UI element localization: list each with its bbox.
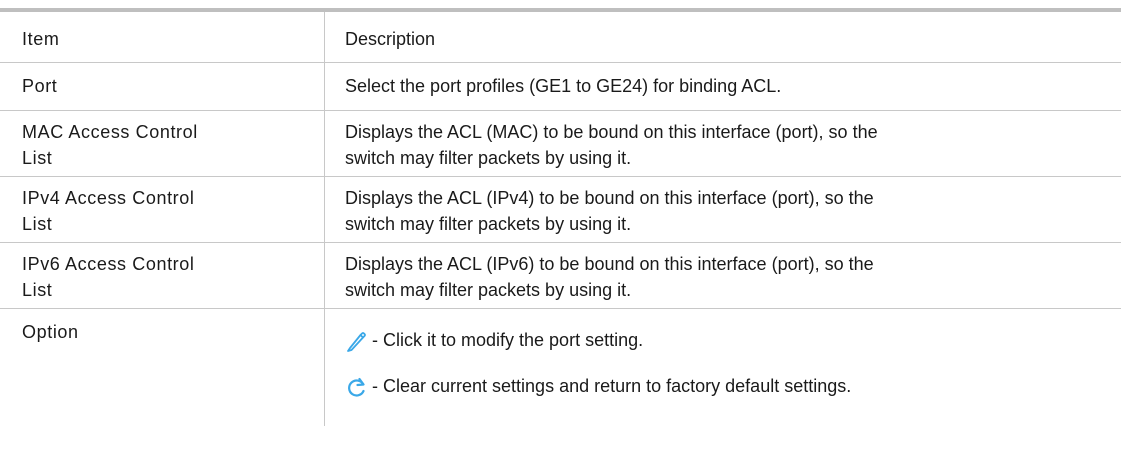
description-line: Displays the ACL (IPv6) to be bound on t… <box>345 254 874 274</box>
option-entry-edit-text: - Click it to modify the port setting. <box>367 330 644 350</box>
item-line: IPv4 Access Control <box>22 188 195 208</box>
row-description-ipv4-acl: Displays the ACL (IPv4) to be bound on t… <box>345 177 1121 237</box>
table-row: IPv6 Access Control List Displays the AC… <box>0 242 1121 309</box>
row-description-ipv6-acl: Displays the ACL (IPv6) to be bound on t… <box>345 243 1121 303</box>
item-line: List <box>22 280 53 300</box>
item-line: List <box>22 148 53 168</box>
row-item-mac-acl: MAC Access Control List <box>22 111 324 171</box>
description-table: Item Description Port Select the port pr… <box>0 12 1121 426</box>
item-line: List <box>22 214 53 234</box>
header-description: Description <box>345 29 436 49</box>
row-item-port: Port <box>22 76 58 96</box>
option-entry-edit: - Click it to modify the port setting. <box>345 327 1121 353</box>
header-item: Item <box>22 29 60 49</box>
table-row: IPv4 Access Control List Displays the AC… <box>0 176 1121 243</box>
table-row: MAC Access Control List Displays the ACL… <box>0 110 1121 177</box>
description-line: switch may filter packets by using it. <box>345 214 632 234</box>
row-item-ipv4-acl: IPv4 Access Control List <box>22 177 324 237</box>
pencil-edit-icon[interactable] <box>345 329 367 353</box>
description-line: switch may filter packets by using it. <box>345 148 632 168</box>
row-description-port: Select the port profiles (GE1 to GE24) f… <box>345 76 782 96</box>
item-line: IPv6 Access Control <box>22 254 195 274</box>
option-entry-reset: - Clear current settings and return to f… <box>345 373 1121 399</box>
description-line: Displays the ACL (IPv4) to be bound on t… <box>345 188 874 208</box>
table-header-row: Item Description <box>0 12 1121 63</box>
description-line: switch may filter packets by using it. <box>345 280 632 300</box>
table-row: Option - Click it to modify the port set… <box>0 308 1121 426</box>
table-row: Port Select the port profiles (GE1 to GE… <box>0 62 1121 111</box>
option-entry-reset-text: - Clear current settings and return to f… <box>367 376 852 396</box>
row-description-mac-acl: Displays the ACL (MAC) to be bound on th… <box>345 111 1121 171</box>
description-line: Displays the ACL (MAC) to be bound on th… <box>345 122 878 142</box>
item-line: MAC Access Control <box>22 122 198 142</box>
row-item-ipv6-acl: IPv6 Access Control List <box>22 243 324 303</box>
refresh-icon[interactable] <box>345 375 367 399</box>
row-item-option: Option <box>22 322 79 342</box>
